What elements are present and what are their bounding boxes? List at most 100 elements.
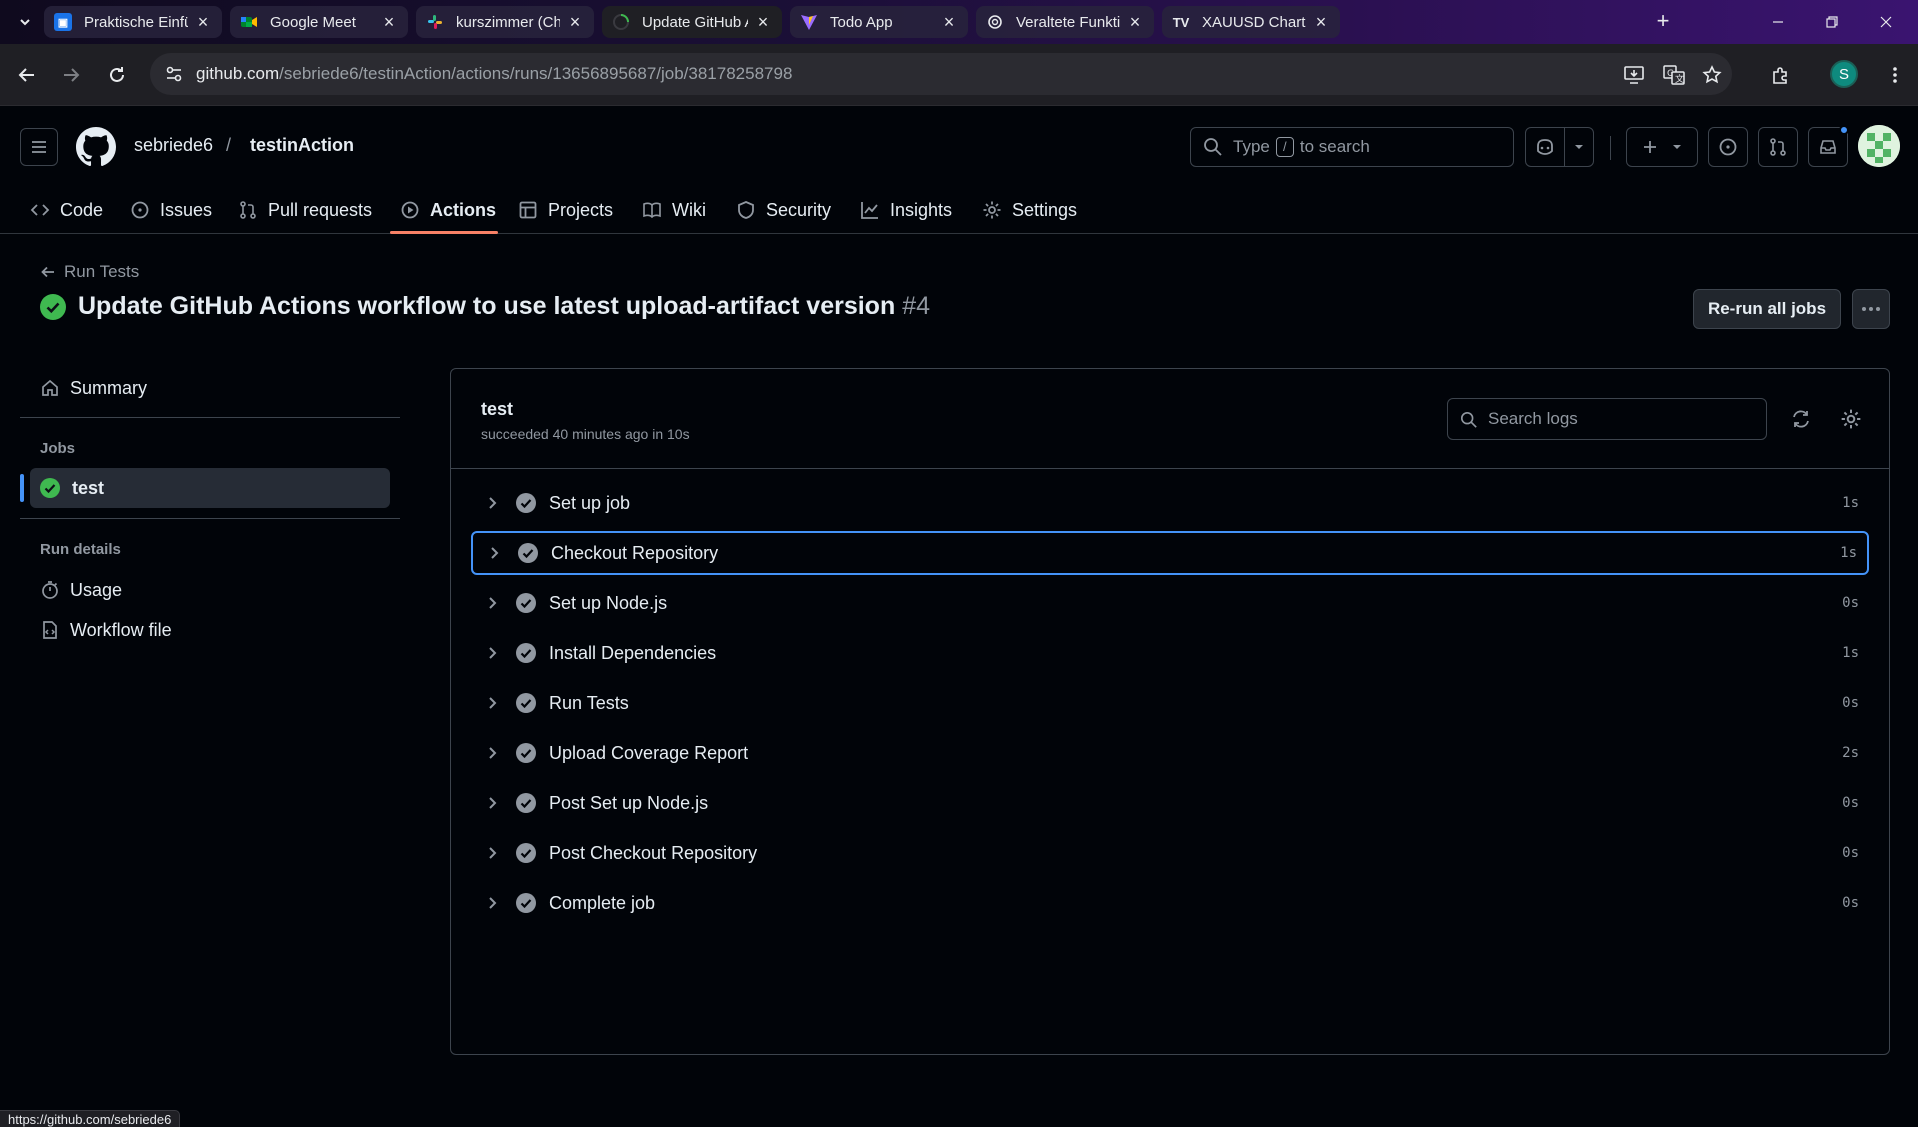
forward-button[interactable] — [56, 60, 86, 90]
close-tab-icon[interactable]: × — [940, 12, 958, 33]
arrow-right-icon — [64, 68, 80, 82]
create-new-button[interactable] — [1626, 127, 1698, 167]
check-circle-icon — [40, 293, 66, 320]
tab-wiki[interactable]: Wiki — [642, 186, 706, 234]
browser-tab[interactable]: kurszimmer (Channel) × — [416, 6, 594, 38]
summary-link[interactable]: Summary — [40, 371, 147, 405]
repo-nav: Code Issues Pull requests Actions Projec… — [0, 186, 1918, 234]
sidebar-job-test[interactable]: test — [30, 468, 390, 508]
puzzle-icon — [1773, 67, 1787, 84]
browser-tab-active[interactable]: Update GitHub Actio × — [602, 6, 782, 38]
meet-icon — [240, 13, 258, 31]
tab-actions[interactable]: Actions — [400, 186, 496, 234]
close-window-button[interactable] — [1866, 8, 1906, 36]
step-row[interactable]: Post Set up Node.js 0s — [471, 781, 1869, 825]
step-row[interactable]: Set up job 1s — [471, 481, 1869, 525]
plus-icon — [1644, 141, 1656, 153]
minimize-button[interactable] — [1758, 8, 1798, 36]
github-header: sebriede6 / testinAction Type / to searc… — [0, 106, 1918, 234]
translate-icon[interactable]: G文 — [1662, 63, 1686, 87]
step-row[interactable]: Install Dependencies 1s — [471, 631, 1869, 675]
site-settings-icon[interactable] — [164, 64, 184, 84]
hamburger-icon — [32, 141, 46, 153]
pull-requests-shortcut-button[interactable] — [1758, 127, 1798, 167]
link-status-bar: https://github.com/sebriede6 — [0, 1110, 181, 1127]
rerun-all-jobs-button[interactable]: Re-run all jobs — [1693, 289, 1841, 329]
back-to-workflow-link[interactable]: Run Tests — [40, 262, 139, 282]
vite-icon — [800, 13, 818, 31]
refresh-logs-button[interactable] — [1789, 407, 1813, 431]
step-row[interactable]: Upload Coverage Report 2s — [471, 731, 1869, 775]
github-logo-icon[interactable] — [76, 127, 116, 167]
workflow-file-link[interactable]: Workflow file — [40, 613, 172, 647]
check-circle-icon — [516, 693, 536, 713]
chevron-down-icon — [20, 19, 30, 26]
check-circle-icon — [516, 743, 536, 763]
tradingview-icon: TV — [1172, 14, 1190, 30]
browser-tab[interactable]: Veraltete Funktionen × — [976, 6, 1154, 38]
search-icon — [1460, 411, 1477, 428]
code-icon — [30, 204, 50, 216]
browser-menu-button[interactable] — [1880, 60, 1910, 90]
step-row[interactable]: Complete job 0s — [471, 881, 1869, 925]
install-app-icon[interactable] — [1622, 63, 1646, 87]
check-circle-icon — [516, 593, 536, 613]
close-tab-icon[interactable]: × — [380, 12, 398, 33]
browser-tab[interactable]: Google Meet × — [230, 6, 408, 38]
extensions-button[interactable] — [1766, 60, 1796, 90]
url-text: github.com/sebriede6/testinAction/action… — [196, 64, 793, 83]
chevron-right-icon — [483, 596, 503, 610]
notification-indicator — [1839, 125, 1849, 135]
bookmark-star-icon[interactable] — [1700, 63, 1724, 87]
profile-avatar[interactable]: S — [1830, 60, 1858, 88]
tab-insights[interactable]: Insights — [860, 186, 952, 234]
user-avatar[interactable] — [1858, 125, 1900, 167]
step-row[interactable]: Post Checkout Repository 0s — [471, 831, 1869, 875]
copilot-menu-button[interactable] — [1564, 127, 1594, 167]
kebab-horizontal-icon — [1862, 307, 1880, 311]
browser-tab[interactable]: TV XAUUSD Chart — Go × — [1162, 6, 1340, 38]
global-nav-menu-button[interactable] — [20, 128, 58, 166]
back-button[interactable] — [12, 60, 42, 90]
check-circle-icon — [516, 893, 536, 913]
breadcrumb-repo[interactable]: testinAction — [250, 135, 354, 156]
copilot-button[interactable] — [1525, 127, 1565, 167]
pull-request-icon — [240, 201, 256, 219]
step-row[interactable]: Set up Node.js 0s — [471, 581, 1869, 625]
arrow-left-icon — [18, 68, 34, 82]
new-tab-button[interactable]: + — [1650, 10, 1676, 34]
global-search-input[interactable]: Type / to search — [1190, 127, 1514, 167]
close-tab-icon[interactable]: × — [1312, 12, 1330, 33]
address-bar[interactable]: github.com/sebriede6/testinAction/action… — [150, 53, 1732, 95]
tab-code[interactable]: Code — [30, 186, 103, 234]
step-row[interactable]: Run Tests 0s — [471, 681, 1869, 725]
search-logs-input[interactable]: Search logs — [1447, 398, 1767, 440]
tab-settings[interactable]: Settings — [982, 186, 1077, 234]
step-row-focused[interactable]: Checkout Repository 1s — [471, 531, 1869, 575]
run-menu-button[interactable] — [1852, 289, 1890, 329]
caret-down-icon — [1673, 145, 1681, 149]
breadcrumb-owner[interactable]: sebriede6 — [134, 135, 213, 156]
close-tab-icon[interactable]: × — [194, 12, 212, 33]
browser-tab[interactable]: Todo App × — [790, 6, 968, 38]
log-settings-button[interactable] — [1839, 407, 1863, 431]
tab-issues[interactable]: Issues — [130, 186, 212, 234]
issue-icon — [131, 201, 149, 219]
tab-pull-requests[interactable]: Pull requests — [238, 186, 372, 234]
restore-button[interactable] — [1812, 8, 1852, 36]
browser-tab[interactable]: ▣ Praktische Einführung × — [44, 6, 222, 38]
reload-button[interactable] — [102, 60, 132, 90]
close-tab-icon[interactable]: × — [754, 12, 772, 33]
issues-shortcut-button[interactable] — [1708, 127, 1748, 167]
tab-projects[interactable]: Projects — [518, 186, 613, 234]
classroom-icon: ▣ — [54, 13, 72, 31]
tab-security[interactable]: Security — [736, 186, 831, 234]
browser-toolbar: github.com/sebriede6/testinAction/action… — [0, 44, 1918, 106]
close-tab-icon[interactable]: × — [1126, 12, 1144, 33]
close-icon — [1880, 16, 1892, 28]
tab-search-button[interactable] — [12, 10, 38, 34]
play-icon — [401, 201, 419, 219]
jobs-heading: Jobs — [40, 440, 76, 457]
close-tab-icon[interactable]: × — [566, 12, 584, 33]
usage-link[interactable]: Usage — [40, 573, 122, 607]
